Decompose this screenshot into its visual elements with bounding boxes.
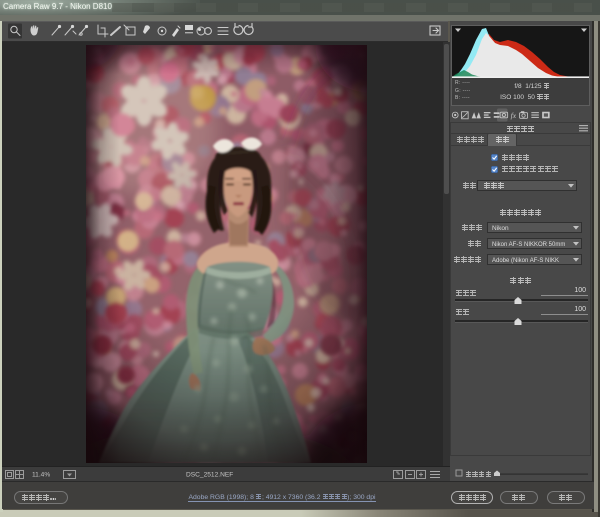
svg-text:11.4%: 11.4% [32,472,50,479]
svg-text:DSC_2512.NEF: DSC_2512.NEF [186,472,233,479]
svg-text:fx: fx [511,111,517,120]
